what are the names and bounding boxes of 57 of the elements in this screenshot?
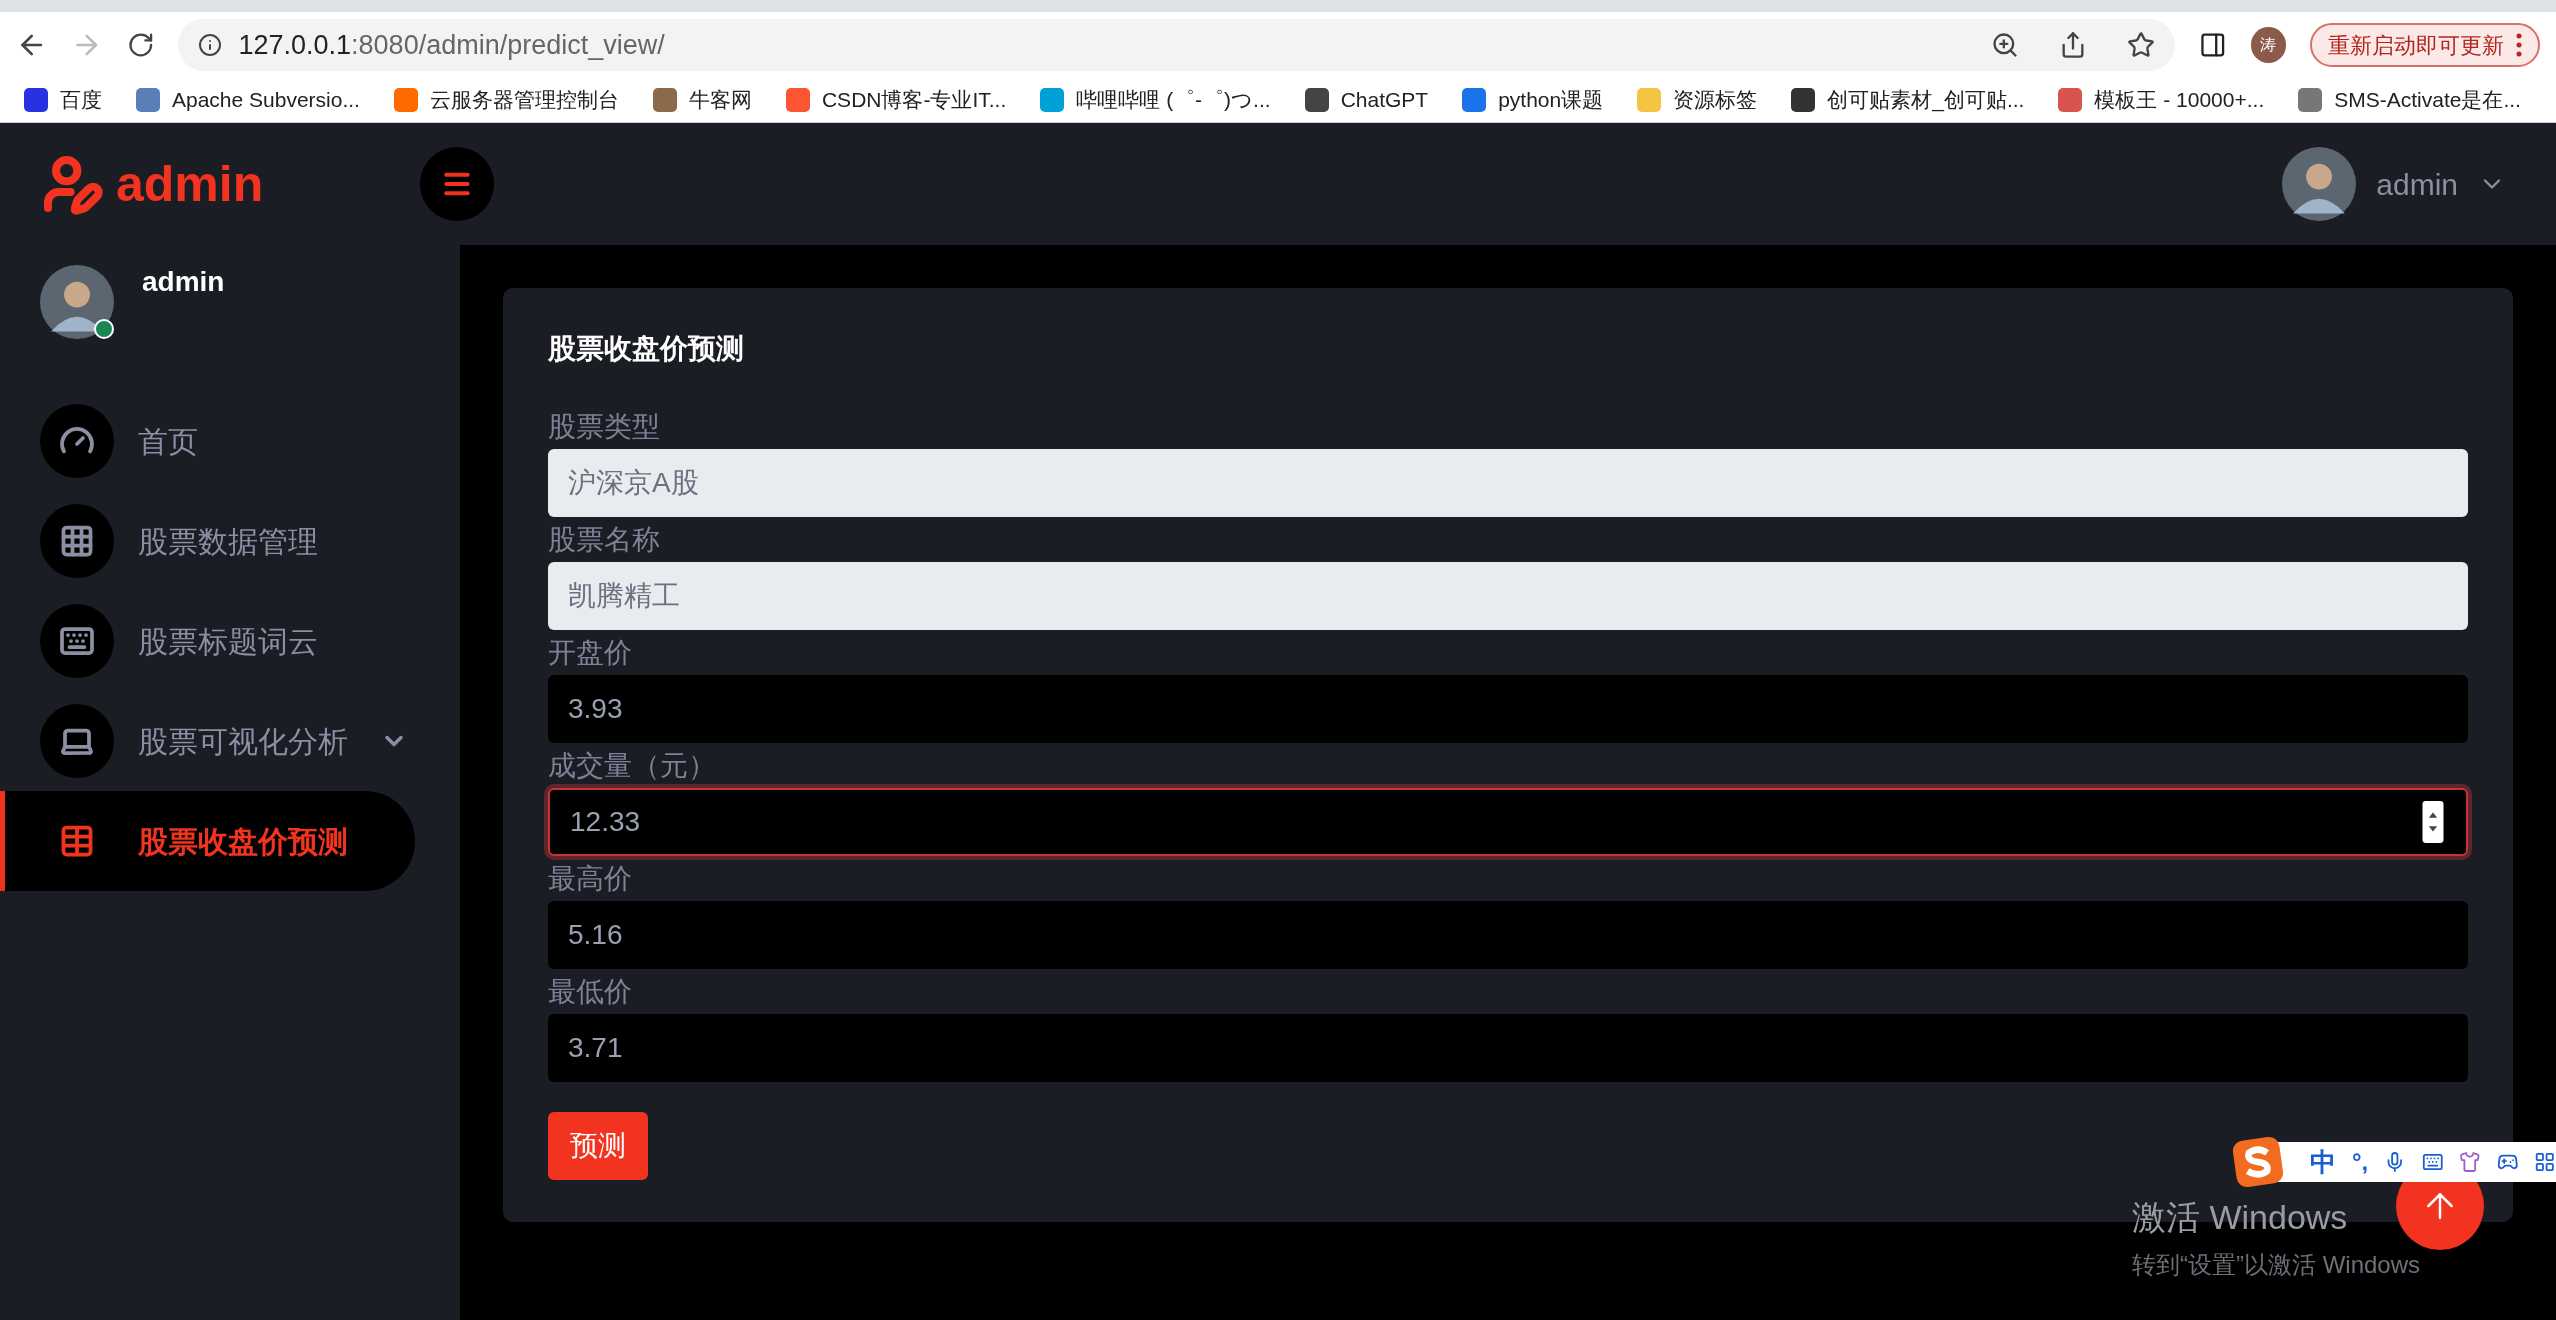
user-menu[interactable]: admin <box>2282 147 2556 221</box>
field-label: 最低价 <box>548 974 633 1009</box>
input-field[interactable]: 沪深京A股 <box>548 449 2468 517</box>
profile-button[interactable]: 涛 <box>2250 27 2286 63</box>
input-field[interactable]: 凯腾精工 <box>548 562 2468 630</box>
nav-label: 股票数据管理 <box>138 523 318 560</box>
bookmark-star-icon[interactable] <box>2127 31 2156 59</box>
profile-name: admin <box>142 265 225 299</box>
field-label: 成交量（元） <box>548 748 717 783</box>
user-name: admin <box>2376 166 2458 203</box>
bookmark-link[interactable]: Apache Subversio... <box>172 84 360 116</box>
side-panel-icon[interactable] <box>2199 31 2227 59</box>
zoom-icon[interactable] <box>1991 31 2020 59</box>
field-label: 最高价 <box>548 861 633 896</box>
spinner-icon[interactable] <box>2420 801 2446 843</box>
nav-label: 首页 <box>138 423 198 460</box>
form-title: 股票收盘价预测 <box>548 332 745 366</box>
bookmark-link[interactable]: 资源标签 <box>1673 84 1758 116</box>
bookmark-link[interactable]: SMS-Activate是在... <box>2334 84 2521 116</box>
logo-text[interactable]: admin <box>116 146 264 222</box>
nav-item[interactable]: 股票收盘价预测 <box>0 791 415 891</box>
address-bar[interactable]: 127.0.0.1:8080/admin/predict_view/ <box>178 19 2176 71</box>
field-label: 股票名称 <box>548 522 661 557</box>
nav-item[interactable]: 股票数据管理 <box>0 491 415 591</box>
bookmark-link[interactable]: 云服务器管理控制台 <box>429 84 619 116</box>
bookmark-link[interactable]: ChatGPT <box>1340 84 1429 116</box>
field-label: 股票类型 <box>548 409 661 444</box>
bookmark-link[interactable]: 模板王 - 10000+... <box>2094 84 2265 116</box>
info-icon[interactable] <box>198 33 223 57</box>
bookmark-link[interactable]: python课题 <box>1498 84 1604 116</box>
nav-label: 股票标题词云 <box>138 623 318 660</box>
bookmark-link[interactable]: 创可贴素材_创可贴... <box>1827 84 2025 116</box>
input-field[interactable]: 12.33 <box>548 788 2468 856</box>
ime-mode[interactable]: 中 <box>2310 1142 2336 1182</box>
activation-title: 激活 Windows <box>2132 1197 2349 1238</box>
input-field[interactable]: 3.93 <box>548 675 2468 743</box>
activation-subtitle: 转到“设置”以激活 Windows <box>2132 1250 2420 1280</box>
bookmark-link[interactable]: CSDN博客-专业IT... <box>821 84 1007 116</box>
bookmark-link[interactable]: 牛客网 <box>688 84 752 116</box>
ime-punctuation[interactable]: °, <box>2352 1144 2369 1180</box>
bookmark-link[interactable]: 百度 <box>60 84 102 116</box>
more-icon <box>2516 33 2522 57</box>
nav-label: 股票收盘价预测 <box>138 823 348 860</box>
reload-icon[interactable] <box>126 31 155 59</box>
nav-label: 股票可视化分析 <box>138 723 348 760</box>
grid-icon[interactable] <box>2534 1150 2556 1174</box>
nav-item[interactable]: 股票可视化分析 <box>0 691 415 791</box>
nav-item[interactable]: 股票标题词云 <box>0 591 415 691</box>
shirt-icon[interactable] <box>2459 1150 2481 1174</box>
predict-button[interactable]: 预测 <box>548 1112 648 1180</box>
nav-item[interactable]: 首页 <box>0 391 415 491</box>
bookmark-link[interactable]: 哔哩哔哩 (゜-゜)つ... <box>1076 84 1271 116</box>
field-label: 开盘价 <box>548 635 633 670</box>
update-button[interactable]: 重新启动即可更新 <box>2310 23 2540 67</box>
url-text: 127.0.0.1:8080/admin/predict_view/ <box>238 28 666 62</box>
input-field[interactable]: 5.16 <box>548 901 2468 969</box>
input-field[interactable]: 3.71 <box>548 1014 2468 1082</box>
